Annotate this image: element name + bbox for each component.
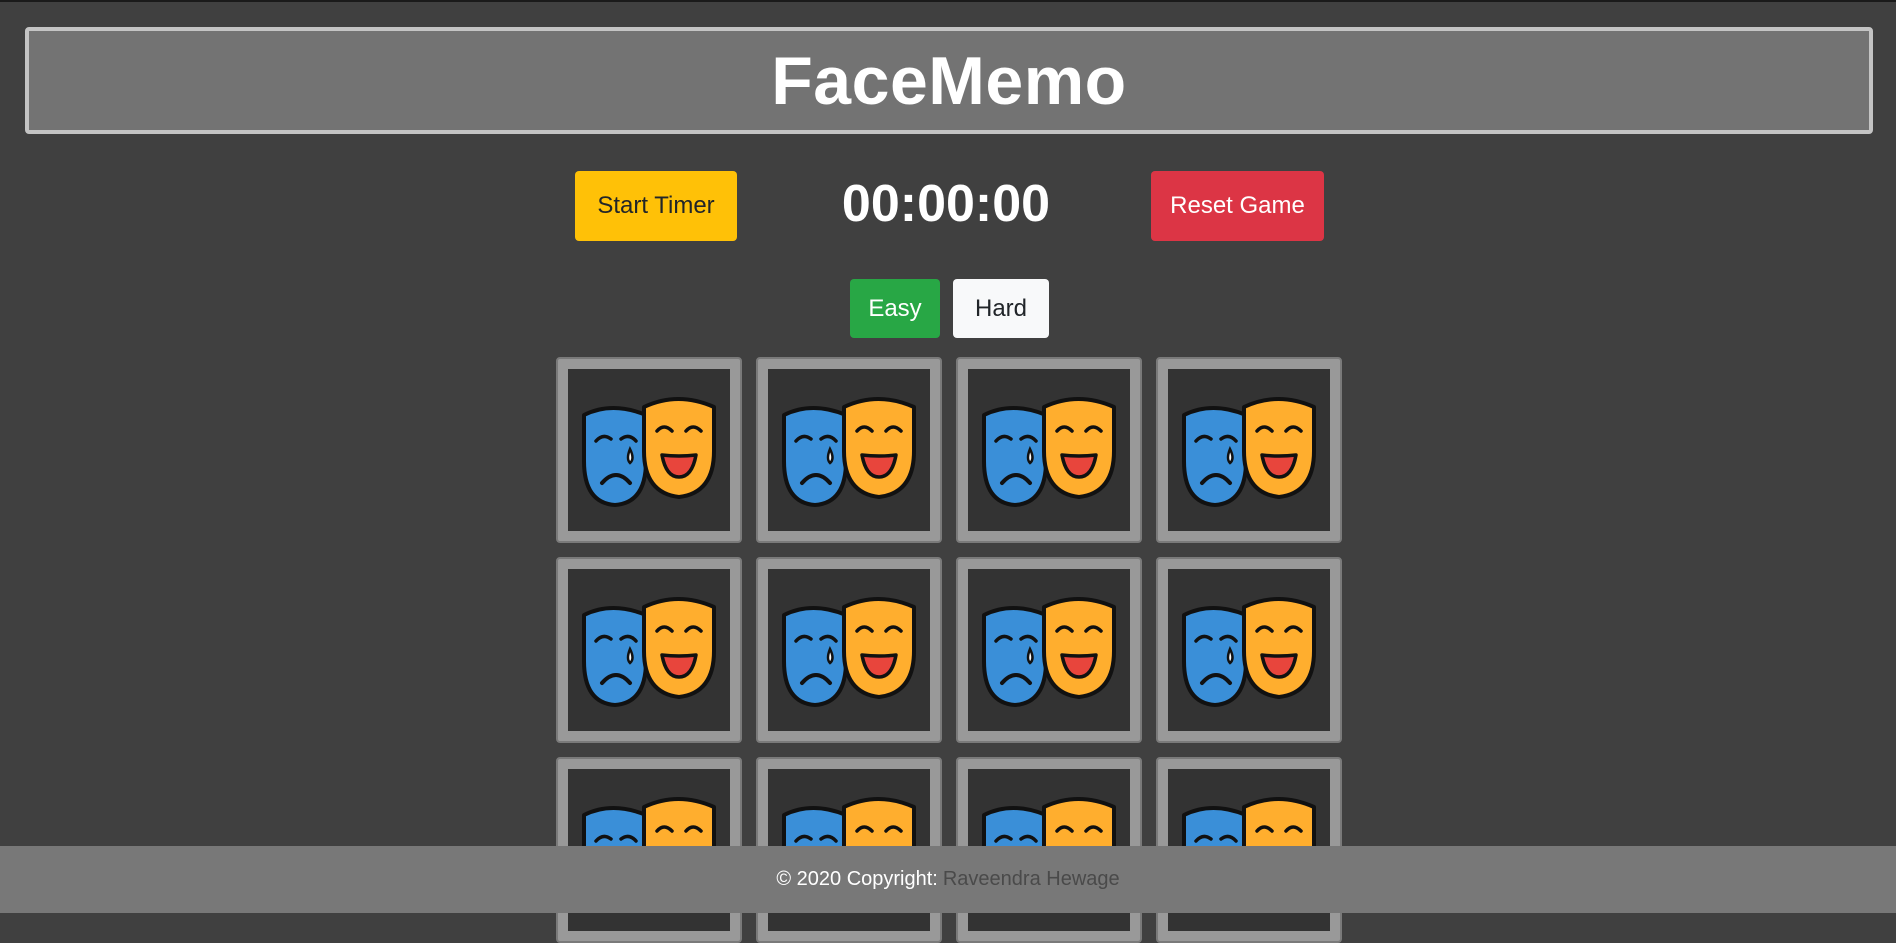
card-back <box>768 569 930 731</box>
memory-card[interactable] <box>756 357 942 543</box>
memory-card[interactable] <box>756 557 942 743</box>
reset-game-button[interactable]: Reset Game <box>1151 171 1324 241</box>
copyright-text: © 2020 Copyright: <box>776 868 938 890</box>
memory-card[interactable] <box>556 357 742 543</box>
start-timer-button[interactable]: Start Timer <box>575 171 737 241</box>
card-back <box>1168 569 1330 731</box>
memory-card[interactable] <box>1156 357 1342 543</box>
footer: © 2020 Copyright: Raveendra Hewage <box>0 846 1896 913</box>
memory-card[interactable] <box>1156 557 1342 743</box>
memory-card[interactable] <box>956 357 1142 543</box>
app-title: FaceMemo <box>771 42 1127 119</box>
card-back <box>968 569 1130 731</box>
card-back <box>1168 369 1330 531</box>
hard-mode-button[interactable]: Hard <box>953 279 1049 338</box>
card-back <box>568 369 730 531</box>
top-border <box>0 0 1896 2</box>
memory-card[interactable] <box>956 557 1142 743</box>
card-back <box>968 369 1130 531</box>
author-link[interactable]: Raveendra Hewage <box>943 868 1120 891</box>
timer-display: 00:00:00 <box>841 175 1051 233</box>
memory-card[interactable] <box>556 557 742 743</box>
easy-mode-button[interactable]: Easy <box>850 279 940 338</box>
card-back <box>768 369 930 531</box>
header-banner: FaceMemo <box>25 27 1873 134</box>
card-back <box>568 569 730 731</box>
